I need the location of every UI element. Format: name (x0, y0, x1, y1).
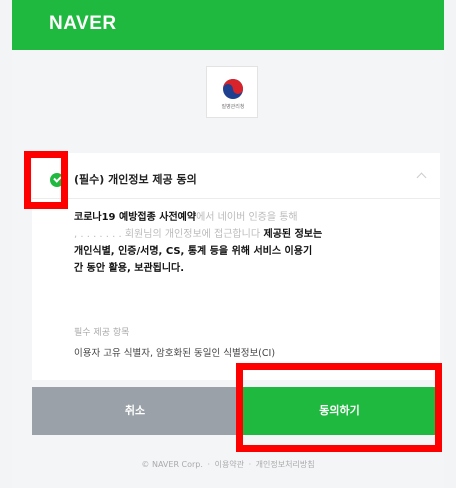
naver-logo: NAVER (49, 13, 117, 34)
required-items-label: 필수 제공 항목 (74, 328, 130, 338)
footer-copyright: © NAVER Corp. (141, 460, 203, 469)
footer-terms-link[interactable]: 이용약관 (215, 460, 244, 469)
highlight-box-check (24, 151, 68, 209)
korea-taegeuk-icon (223, 79, 243, 99)
service-name: 코로나19 예방접종 사전예약 (74, 212, 197, 223)
org-logo: 질병관리청 (206, 66, 258, 118)
footer-privacy-link[interactable]: 개인정보처리방침 (256, 460, 315, 469)
consent-title: (필수) 개인정보 제공 동의 (74, 173, 197, 186)
highlight-box-agree (236, 363, 442, 452)
required-items-text: 이용자 고유 식별자, 암호화된 동일인 식별정보(CI) (74, 348, 276, 359)
consent-panel: (필수) 개인정보 제공 동의 코로나19 예방접종 사전예약에서 네이버 인증… (32, 153, 440, 380)
consent-description: 코로나19 예방접종 사전예약에서 네이버 인증을 통해 , . . . . .… (74, 212, 323, 274)
consent-header[interactable]: (필수) 개인정보 제공 동의 (32, 153, 440, 199)
org-name: 질병관리청 (221, 104, 245, 110)
footer: © NAVER Corp. · 이용약관 · 개인정보처리방침 (141, 460, 315, 469)
cancel-button[interactable]: 취소 (32, 387, 238, 435)
naver-header: NAVER (12, 0, 444, 50)
chevron-up-icon[interactable] (416, 172, 427, 183)
